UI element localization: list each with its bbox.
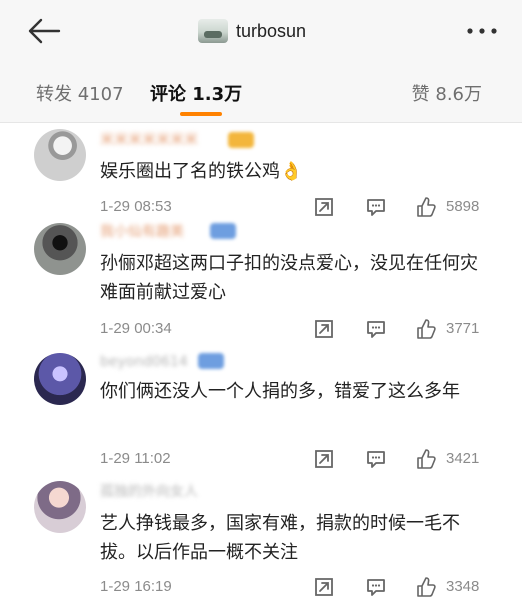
comment-meta: 1-29 00:34 3771 bbox=[0, 317, 522, 343]
avatar[interactable] bbox=[34, 481, 86, 533]
more-dots-icon[interactable] bbox=[466, 26, 498, 36]
vip-badge bbox=[210, 223, 236, 239]
share-icon[interactable] bbox=[312, 447, 336, 471]
back-arrow-icon[interactable] bbox=[26, 16, 62, 46]
comment-time: 1-29 00:34 bbox=[100, 320, 172, 337]
account-header[interactable]: turbosun bbox=[198, 18, 306, 44]
like-count: 3421 bbox=[446, 450, 480, 467]
comment-icon[interactable] bbox=[364, 317, 388, 341]
comment-item: 孤独的外向女人 艺人挣钱最多，国家有难，捐款的时候一毛不拔。以后作品一概不关注 … bbox=[0, 479, 522, 605]
like-count: 3348 bbox=[446, 578, 480, 595]
active-tab-indicator bbox=[180, 112, 222, 116]
like-icon[interactable] bbox=[414, 195, 438, 219]
comment-icon[interactable] bbox=[364, 575, 388, 599]
avatar[interactable] bbox=[34, 223, 86, 275]
like-icon[interactable] bbox=[414, 317, 438, 341]
comment-meta: 1-29 08:53 5898 bbox=[0, 195, 522, 221]
vip-badge bbox=[198, 353, 224, 369]
tab-likes[interactable]: 赞 8.6万 bbox=[412, 80, 482, 106]
comment-text: 孙俪邓超这两口子扣的没点爱心，没见在任何灾难面前献过爱心 bbox=[100, 253, 478, 303]
commenter-name[interactable]: beyond0614 bbox=[100, 353, 188, 371]
comment-time: 1-29 11:02 bbox=[100, 450, 171, 467]
comment-icon[interactable] bbox=[364, 195, 388, 219]
comment-meta: 1-29 11:02 3421 bbox=[0, 447, 522, 473]
commenter-name[interactable]: 孤独的外向女人 bbox=[100, 483, 198, 501]
comment-item: beyond0614 你们俩还没人一个人捐的多，错爱了这么多年 1-29 11:… bbox=[0, 349, 522, 479]
top-navigation-bar: turbosun bbox=[0, 0, 522, 62]
share-icon[interactable] bbox=[312, 317, 336, 341]
avatar[interactable] bbox=[34, 353, 86, 405]
commenter-name[interactable]: 米米米米米米米 bbox=[100, 131, 198, 149]
like-icon[interactable] bbox=[414, 575, 438, 599]
like-icon[interactable] bbox=[414, 447, 438, 471]
comment-text: 艺人挣钱最多，国家有难，捐款的时候一毛不拔。以后作品一概不关注 bbox=[100, 513, 460, 563]
comment-time: 1-29 08:53 bbox=[100, 198, 172, 215]
comment-text: 你们俩还没人一个人捐的多，错爱了这么多年 bbox=[100, 381, 460, 402]
avatar[interactable] bbox=[34, 129, 86, 181]
tab-comments[interactable]: 评论 1.3万 bbox=[150, 80, 242, 106]
comment-meta: 1-29 16:19 3348 bbox=[0, 575, 522, 601]
like-count: 5898 bbox=[446, 198, 480, 215]
share-icon[interactable] bbox=[312, 575, 336, 599]
comment-icon[interactable] bbox=[364, 447, 388, 471]
comment-list: 米米米米米米米 娱乐圈出了名的铁公鸡👌 1-29 08:53 5898 我小仙有… bbox=[0, 123, 522, 605]
like-count: 3771 bbox=[446, 320, 480, 337]
post-tabs: 转发 4107 评论 1.3万 赞 8.6万 bbox=[0, 62, 522, 123]
comment-item: 米米米米米米米 娱乐圈出了名的铁公鸡👌 1-29 08:53 5898 bbox=[0, 123, 522, 223]
account-avatar bbox=[198, 19, 228, 43]
comment-text: 娱乐圈出了名的铁公鸡👌 bbox=[100, 161, 303, 182]
comment-time: 1-29 16:19 bbox=[100, 578, 172, 595]
comment-item: 我小仙有趣美 孙俪邓超这两口子扣的没点爱心，没见在任何灾难面前献过爱心 1-29… bbox=[0, 219, 522, 349]
account-name: turbosun bbox=[236, 20, 307, 41]
commenter-name[interactable]: 我小仙有趣美 bbox=[100, 223, 184, 241]
share-icon[interactable] bbox=[312, 195, 336, 219]
tab-repost[interactable]: 转发 4107 bbox=[36, 80, 124, 106]
weibo-comments-screen: turbosun 转发 4107 评论 1.3万 赞 8.6万 米米米米米米米 … bbox=[0, 0, 522, 605]
vip-badge bbox=[228, 132, 254, 148]
